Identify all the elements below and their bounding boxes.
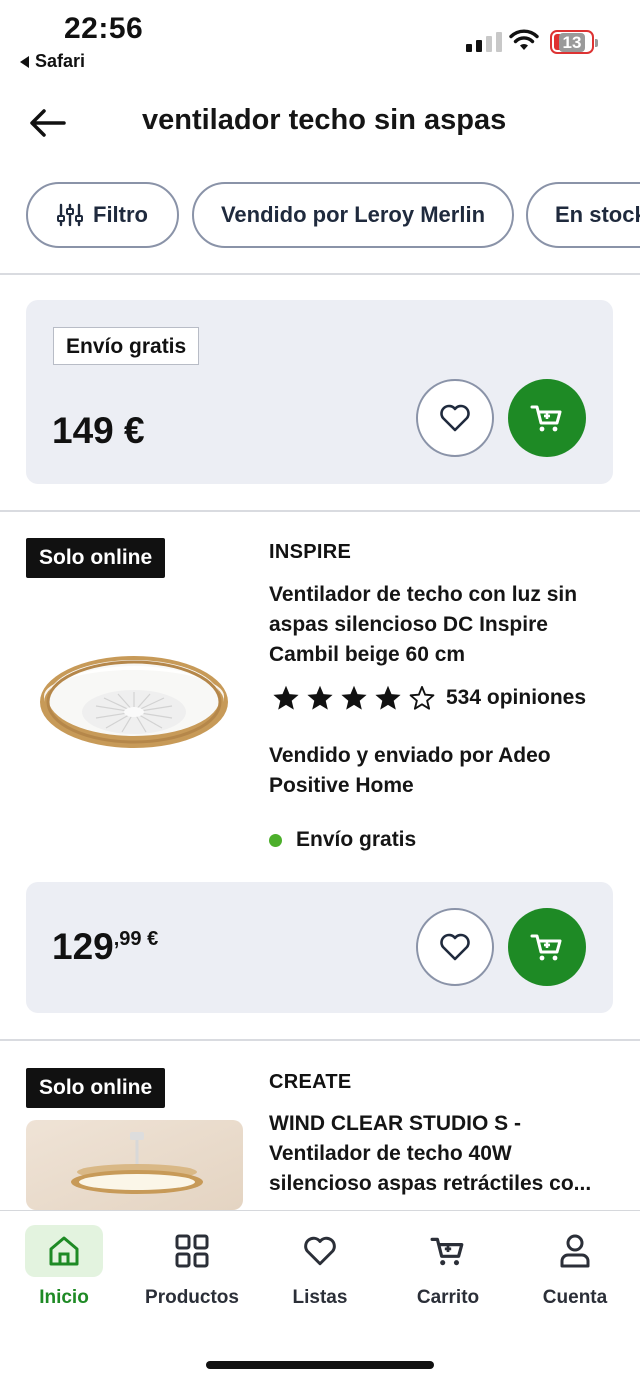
price-decimals: ,99 €: [113, 928, 159, 950]
shipping-label: Envío gratis: [296, 828, 417, 851]
nav-icon-wrap: [281, 1225, 359, 1277]
battery-icon: 13: [550, 30, 598, 54]
nav-label: Carrito: [416, 1287, 480, 1308]
star-empty-icon: [409, 685, 435, 710]
divider: [0, 510, 640, 512]
filter-chip-label: Filtro: [93, 202, 148, 227]
price-box: 129,99 €: [26, 882, 613, 1013]
bottom-navigation: Inicio Productos Listas Carrito Cuenta: [0, 1210, 640, 1384]
shipping-info: Envío gratis: [269, 828, 416, 852]
divider: [0, 1039, 640, 1041]
nav-icon-wrap: [25, 1225, 103, 1277]
status-time: 22:56: [64, 12, 144, 45]
add-to-list-button[interactable]: [416, 908, 494, 986]
nav-icon-wrap: [536, 1225, 614, 1277]
reviews-count[interactable]: 534 opiniones: [446, 686, 586, 710]
product-price: 129,99 €: [52, 926, 158, 968]
filter-sliders-icon: [57, 203, 83, 227]
signal-icon: [466, 32, 502, 52]
chip-label: Vendido por Leroy Merlin: [220, 202, 486, 227]
filter-chip[interactable]: Filtro: [26, 182, 179, 248]
status-dot: [269, 833, 282, 847]
rating-stars: [272, 684, 436, 712]
seller-info: Vendido y enviado por Adeo Positive Home: [269, 744, 551, 797]
cart-icon: [530, 405, 562, 432]
home-icon: [49, 1236, 79, 1266]
product-image[interactable]: [26, 1120, 243, 1210]
nav-icon-wrap: [153, 1225, 231, 1277]
product-brand: CREATE: [269, 1071, 352, 1093]
star-filled-icon: [307, 685, 333, 710]
nav-inicio[interactable]: Inicio: [0, 1225, 128, 1309]
cart-icon: [430, 1237, 464, 1266]
price-integer: 129: [52, 926, 114, 967]
heart-icon: [440, 404, 470, 432]
add-to-cart-button[interactable]: [508, 908, 586, 986]
back-arrow-icon[interactable]: [28, 106, 68, 140]
chip-label: En stock: [555, 202, 640, 227]
nav-icon-wrap: [409, 1225, 487, 1277]
back-triangle-icon: [20, 55, 29, 68]
grid-icon: [175, 1234, 209, 1268]
filter-chips: Filtro Vendido por Leroy Merlin En stock: [0, 182, 640, 248]
search-query-title[interactable]: ventilador techo sin aspas: [142, 104, 506, 137]
user-icon: [560, 1234, 590, 1268]
back-to-safari[interactable]: Safari: [20, 51, 85, 72]
nav-cuenta[interactable]: Cuenta: [511, 1225, 639, 1309]
product-title[interactable]: WIND CLEAR STUDIO S - Ventilador de tech…: [269, 1109, 614, 1201]
add-to-cart-button[interactable]: [508, 379, 586, 457]
add-to-list-button[interactable]: [416, 379, 494, 457]
nav-listas[interactable]: Listas: [256, 1225, 384, 1309]
heart-icon: [440, 933, 470, 961]
cart-icon: [530, 934, 562, 961]
heart-icon: [304, 1236, 336, 1266]
wifi-icon: [509, 29, 539, 50]
home-indicator[interactable]: [206, 1361, 434, 1369]
star-filled-icon: [341, 685, 367, 710]
product-price: 149 €: [52, 410, 145, 451]
product-image[interactable]: [36, 650, 232, 760]
nav-carrito[interactable]: Carrito: [384, 1225, 512, 1309]
nav-label: Listas: [292, 1287, 348, 1308]
product-title[interactable]: Ventilador de techo con luz sin aspas si…: [269, 580, 614, 670]
chip-in-stock[interactable]: En stock: [526, 182, 640, 248]
battery-level: 13: [558, 32, 586, 52]
search-header: ventilador techo sin aspas: [0, 88, 640, 158]
free-shipping-badge: Envío gratis: [53, 327, 200, 365]
nav-label: Productos: [145, 1287, 239, 1308]
price-box: Envío gratis 149 €: [26, 300, 613, 484]
back-app-label: Safari: [35, 51, 86, 71]
nav-label: Cuenta: [542, 1287, 608, 1308]
product-brand: INSPIRE: [269, 541, 352, 563]
online-only-badge: Solo online: [26, 1068, 166, 1108]
nav-label: Inicio: [39, 1287, 89, 1308]
divider: [0, 273, 640, 275]
star-filled-icon: [273, 685, 299, 710]
chip-sold-by-leroy-merlin[interactable]: Vendido por Leroy Merlin: [192, 182, 514, 248]
online-only-badge: Solo online: [26, 538, 166, 578]
status-bar: 22:56 Safari 13: [0, 0, 640, 80]
nav-productos[interactable]: Productos: [128, 1225, 256, 1309]
star-filled-icon: [375, 685, 401, 710]
